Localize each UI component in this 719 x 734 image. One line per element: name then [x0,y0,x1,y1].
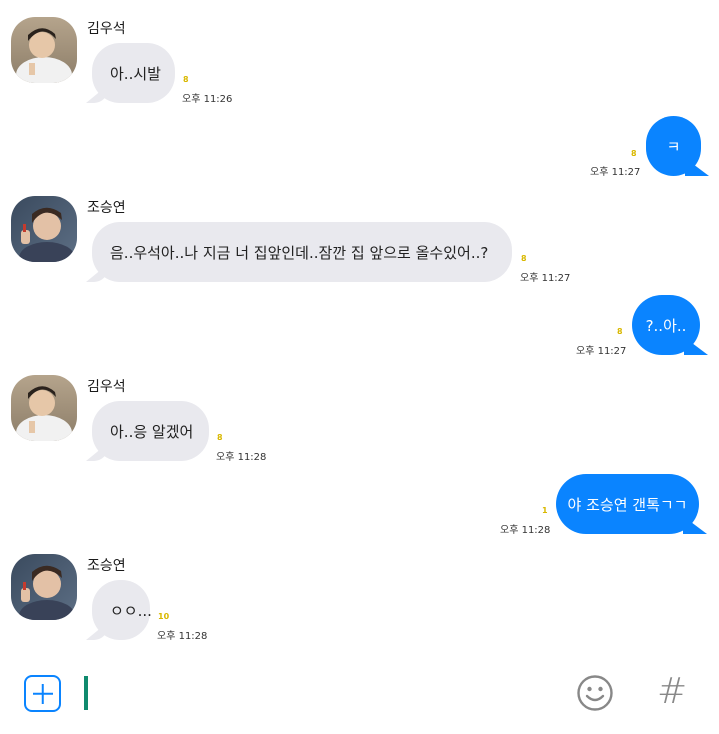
unread-count: 10 [158,612,170,621]
sender-name: 조승연 [87,558,126,574]
message-time: 오후 11:27 [590,167,641,178]
hashtag-button[interactable]: # [657,670,687,714]
avatar-kim-woo-seok[interactable] [11,17,77,83]
message-time: 오후 11:27 [520,273,571,284]
sender-name: 김우석 [87,379,126,395]
unread-count: 8 [521,254,527,263]
message-time: 오후 11:26 [182,94,233,105]
incoming-message-bubble[interactable]: 아..응 알겠어 [92,401,209,461]
unread-count: 8 [217,433,223,442]
avatar-kim-woo-seok[interactable] [11,375,77,441]
incoming-message-bubble[interactable]: 아..시발 [92,43,175,103]
message-time: 오후 11:27 [576,346,627,357]
message-time: 오후 11:28 [500,525,551,536]
message-time: 오후 11:28 [157,631,208,642]
avatar-cho-seung-yeon[interactable] [11,554,77,620]
outgoing-message-bubble[interactable]: ?..아.. [632,295,700,355]
outgoing-message-bubble[interactable]: ㅋ [646,116,701,176]
avatar-cho-seung-yeon[interactable] [11,196,77,262]
text-input-cursor[interactable] [84,676,88,710]
unread-count: 8 [617,327,623,336]
sender-name: 조승연 [87,200,126,216]
incoming-message-bubble[interactable]: 음..우석아..나 지금 너 집앞인데..잠깐 집 앞으로 올수있어..? [92,222,512,282]
sender-name: 김우석 [87,21,126,37]
incoming-message-bubble[interactable]: ㅇㅇ... [92,580,152,640]
unread-count: 1 [542,506,548,515]
unread-count: 8 [183,75,189,84]
message-time: 오후 11:28 [216,452,267,463]
unread-count: 8 [631,149,637,158]
emoji-icon[interactable] [576,674,614,712]
plus-icon[interactable] [24,675,61,712]
outgoing-message-bubble[interactable]: 야 조승연 갠톡ㄱㄱ [556,474,699,534]
